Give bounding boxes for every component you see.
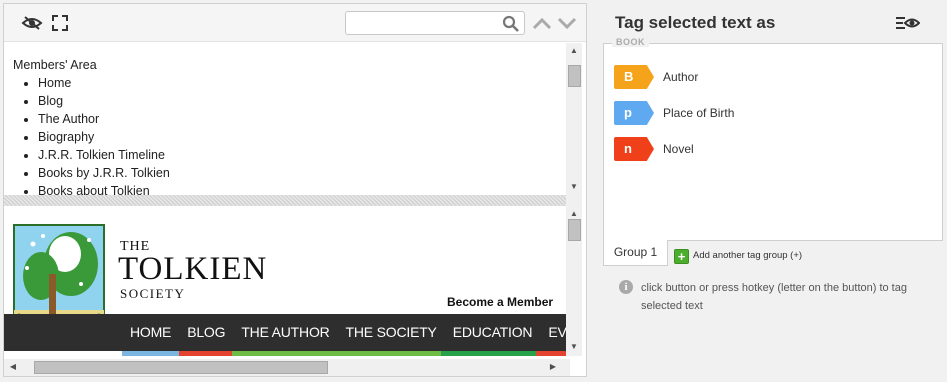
scroll-up-arrow-icon[interactable]: ▲ <box>569 209 579 219</box>
nav-the-society[interactable]: THE SOCIETY <box>338 314 445 351</box>
text-content[interactable]: Members' Area Home Blog The Author Biogr… <box>13 56 170 195</box>
nav-the-author[interactable]: THE AUTHOR <box>233 314 337 351</box>
nav-stripe <box>122 351 179 356</box>
plus-icon[interactable]: + <box>674 249 689 264</box>
nav-stripe <box>335 351 442 356</box>
list-item[interactable]: The Author <box>38 110 170 128</box>
nav-stripe <box>441 351 537 356</box>
tag-label[interactable]: Place of Birth <box>663 106 734 120</box>
chevron-up-icon[interactable] <box>532 16 552 30</box>
list-item[interactable]: Biography <box>38 128 170 146</box>
nav-education[interactable]: EDUCATION <box>445 314 541 351</box>
text-frame-scrollbar[interactable]: ▲ ▼ <box>566 43 582 195</box>
scroll-right-arrow-icon[interactable]: ▶ <box>548 362 558 372</box>
list-item[interactable]: J.R.R. Tolkien Timeline <box>38 146 170 164</box>
viewer-toolbar <box>4 4 586 42</box>
chevron-down-icon[interactable] <box>557 16 577 30</box>
brand-society: SOCIETY <box>120 286 186 301</box>
menu-list: Home Blog The Author Biography J.R.R. To… <box>38 74 170 195</box>
tag-hotkey-chip[interactable]: p <box>614 101 654 125</box>
text-frame[interactable]: Members' Area Home Blog The Author Biogr… <box>4 43 586 195</box>
expand-icon[interactable] <box>52 15 68 31</box>
scroll-up-arrow-icon[interactable]: ▲ <box>569 46 579 56</box>
group-legend: BOOK <box>612 37 649 47</box>
tag-hotkey-chip[interactable]: B <box>614 65 654 89</box>
tag-panel-title: Tag selected text as <box>615 13 776 32</box>
search-input[interactable] <box>350 15 498 31</box>
list-item[interactable]: Books by J.R.R. Tolkien <box>38 164 170 182</box>
scrollbar-thumb[interactable] <box>568 65 581 87</box>
search-field[interactable] <box>345 11 525 35</box>
nav-home[interactable]: HOME <box>122 314 179 351</box>
list-item[interactable]: Home <box>38 74 170 92</box>
eye-menu-icon[interactable] <box>896 16 921 30</box>
become-member-link[interactable]: Become a Member <box>447 295 553 309</box>
search-icon[interactable] <box>502 15 520 33</box>
web-preview-frame[interactable]: THE TOLKIEN SOCIETY Become a Member HOME… <box>4 206 570 356</box>
info-hint-text: click button or press hotkey (letter on … <box>641 282 907 312</box>
nav-blog[interactable]: BLOG <box>179 314 233 351</box>
tag-group-panel <box>603 43 943 241</box>
nav-stripe <box>232 351 336 356</box>
tag-label[interactable]: Author <box>663 70 698 84</box>
splitter-scroll-gap <box>566 195 582 206</box>
add-tag-group-label[interactable]: Add another tag group (+) <box>693 250 802 261</box>
list-item[interactable]: Blog <box>38 92 170 110</box>
site-nav-bar: HOME BLOG THE AUTHOR THE SOCIETY EDUCATION EV <box>4 314 570 351</box>
brand-name: TOLKIEN <box>118 251 268 287</box>
horizontal-scrollbar[interactable]: ◀ ▶ <box>4 359 570 376</box>
web-frame-scrollbar[interactable]: ▲ ▼ <box>566 206 582 356</box>
nav-color-stripes <box>122 351 570 356</box>
scroll-down-arrow-icon[interactable]: ▼ <box>569 182 579 192</box>
pane-splitter[interactable] <box>4 195 570 206</box>
scroll-down-arrow-icon[interactable]: ▼ <box>569 342 579 352</box>
members-area-heading: Members' Area <box>13 58 97 72</box>
info-icon: i <box>619 280 633 294</box>
list-item[interactable]: Books about Tolkien <box>38 182 170 195</box>
scrollbar-thumb[interactable] <box>34 361 328 374</box>
nav-stripe <box>178 351 233 356</box>
document-viewer: Members' Area Home Blog The Author Biogr… <box>3 3 587 377</box>
eye-slash-icon[interactable] <box>21 15 43 31</box>
nav-stripe <box>536 351 570 356</box>
tag-hotkey-chip[interactable]: n <box>614 137 654 161</box>
scroll-left-arrow-icon[interactable]: ◀ <box>8 362 18 372</box>
tab-group-1[interactable]: Group 1 <box>603 240 668 266</box>
scrollbar-thumb[interactable] <box>568 219 581 241</box>
tag-label[interactable]: Novel <box>663 142 694 156</box>
